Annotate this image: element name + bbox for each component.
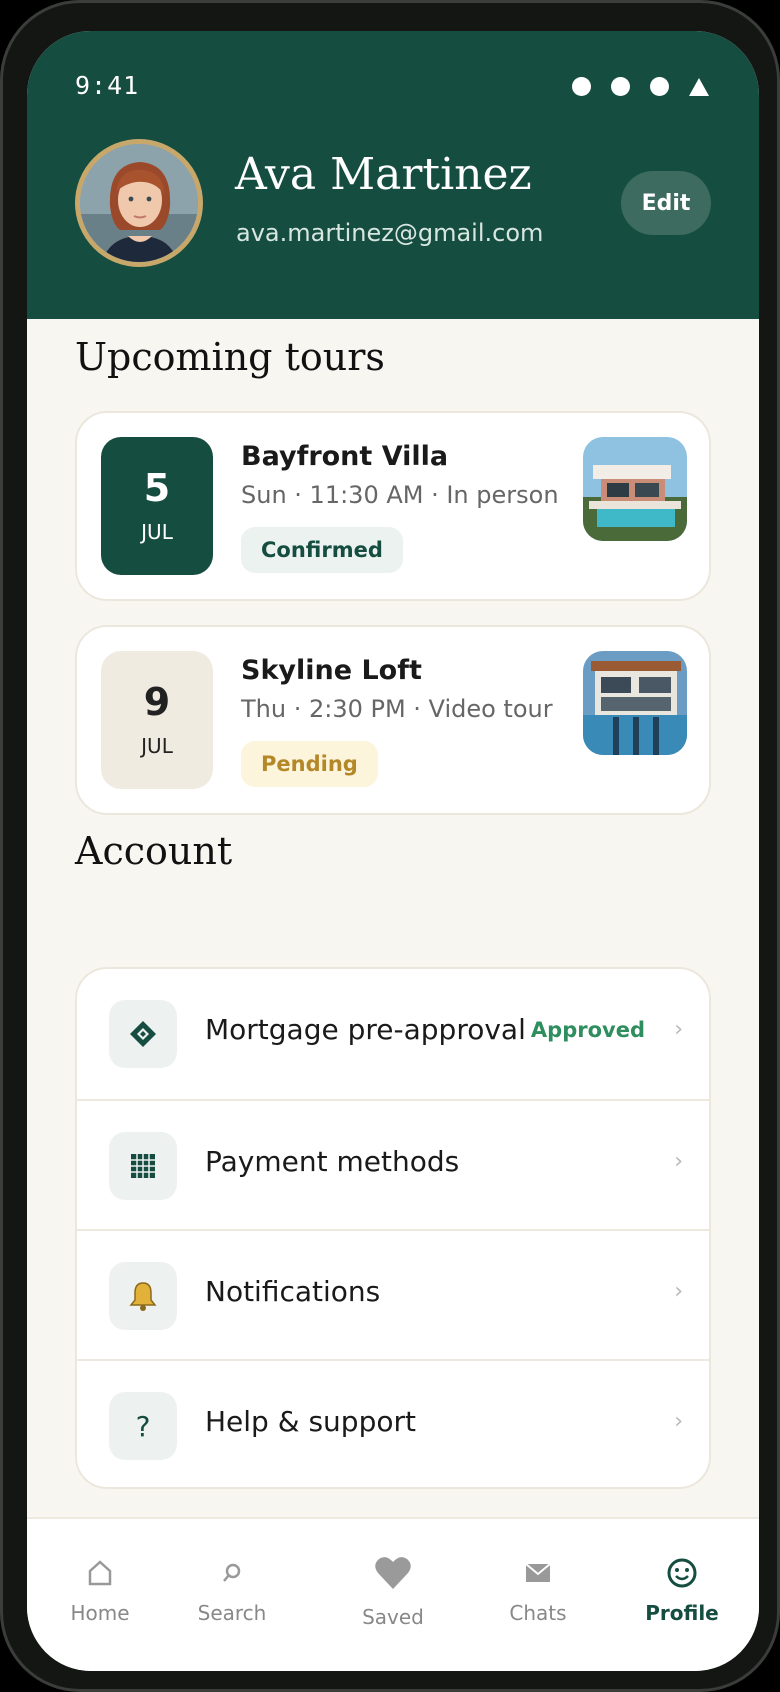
chevron-right-icon: › [674,1279,683,1304]
tour-meta: Thu · 2:30 PM · Video tour [241,695,553,723]
avatar-image [80,144,198,262]
menu-item-label: Mortgage pre-approval [205,1013,526,1046]
heart-icon [374,1549,412,1597]
menu-item-notifications[interactable]: Notifications › [77,1229,709,1359]
tour-day: 5 [143,466,171,511]
question-icon: ? [109,1392,177,1460]
diamond-icon [109,1000,177,1068]
account-menu: Mortgage pre-approval Approved › Payment… [75,967,711,1489]
upcoming-tours-title: Upcoming tours [75,335,385,379]
tab-profile[interactable]: Profile [609,1519,755,1671]
tab-home[interactable]: Home [27,1519,173,1671]
tab-chats[interactable]: Chats [465,1519,611,1671]
tour-month: JUL [141,519,173,544]
tour-day: 9 [143,680,171,725]
wifi-icon [611,77,630,96]
signal-icon [572,77,591,96]
approved-status: Approved [530,1018,645,1042]
device-frame: 9:41 Ava Martinez ava.martinez@gmail.com… [0,0,780,1692]
screen: 9:41 Ava Martinez ava.martinez@gmail.com… [27,31,759,1671]
tour-date: 5 JUL [101,437,213,575]
tab-label: Search [197,1601,267,1625]
edit-profile-button[interactable]: Edit [621,171,711,235]
menu-item-label: Payment methods [205,1145,460,1178]
tour-date: 9 JUL [101,651,213,789]
account-title: Account [75,829,233,873]
tab-label: Profile [645,1601,719,1625]
menu-item-help-support[interactable]: ? Help & support › [77,1359,709,1487]
property-thumbnail [583,651,687,755]
tab-label: Chats [509,1601,567,1625]
menu-item-label: Notifications [205,1275,381,1308]
tab-label: Saved [362,1605,424,1629]
chevron-right-icon: › [674,1409,683,1434]
chevron-right-icon: › [674,1017,683,1042]
tab-saved[interactable]: Saved [320,1519,466,1671]
tour-card-skyline-loft[interactable]: 9 JUL Skyline Loft Thu · 2:30 PM · Video… [75,625,711,815]
status-badge-pending: Pending [241,741,378,787]
chevron-right-icon: › [674,1149,683,1174]
status-badge-confirmed: Confirmed [241,527,403,573]
profile-header: 9:41 Ava Martinez ava.martinez@gmail.com… [27,31,759,319]
property-thumbnail [583,437,687,541]
home-icon [88,1553,112,1593]
smiley-icon [666,1553,698,1593]
tour-card-bayfront-villa[interactable]: 5 JUL Bayfront Villa Sun · 11:30 AM · In… [75,411,711,601]
mail-icon [525,1553,551,1593]
network-icon [689,77,709,96]
search-icon [221,1553,243,1593]
menu-item-label: Help & support [205,1405,416,1438]
grid-card-icon [109,1132,177,1200]
menu-item-mortgage-preapproval[interactable]: Mortgage pre-approval Approved › [77,969,709,1099]
tour-month: JUL [141,733,173,758]
user-name: Ava Martinez [235,149,532,200]
tab-bar: Home Search Saved Chats Profile [27,1517,759,1671]
bell-icon [109,1262,177,1330]
status-icons [572,77,709,96]
tour-name: Bayfront Villa [241,441,449,472]
avatar[interactable] [75,139,203,267]
tour-meta: Sun · 11:30 AM · In person [241,481,559,509]
battery-icon [650,77,669,96]
menu-item-payment-methods[interactable]: Payment methods › [77,1099,709,1229]
tour-name: Skyline Loft [241,655,422,686]
tab-search[interactable]: Search [159,1519,305,1671]
tab-label: Home [70,1601,130,1625]
status-time: 9:41 [75,71,140,100]
user-email: ava.martinez@gmail.com [236,219,544,247]
